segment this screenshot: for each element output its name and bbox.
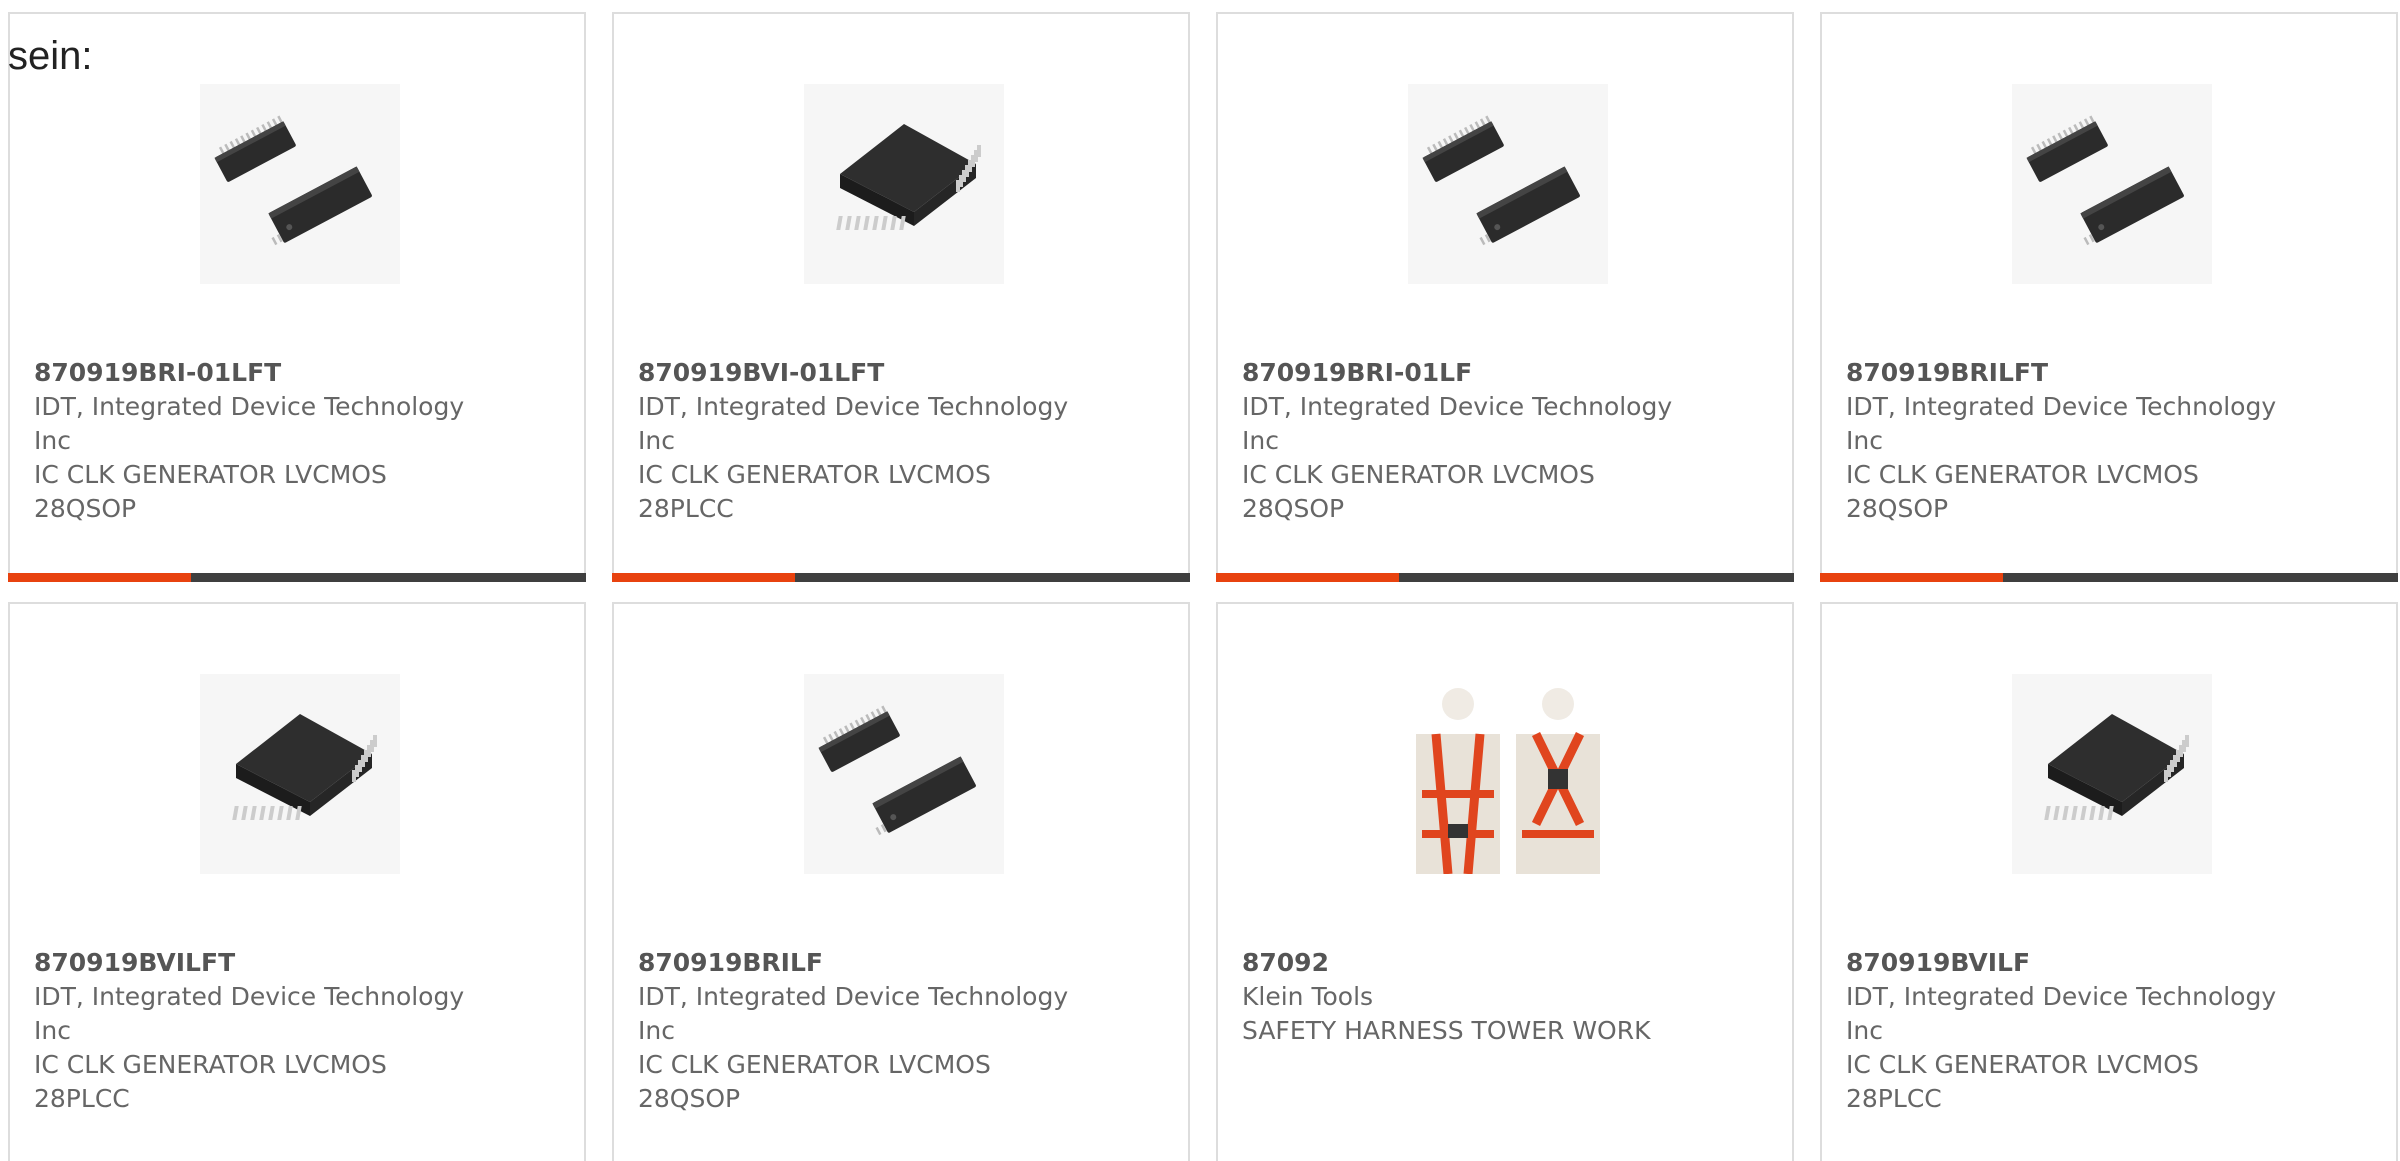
product-description: IC CLK GENERATOR LVCMOS 28PLCC: [638, 460, 991, 523]
qsop-chip-icon: [804, 674, 1004, 874]
product-card[interactable]: 870919BRI-01LF IDT, Integrated Device Te…: [1216, 12, 1794, 582]
product-description: IC CLK GENERATOR LVCMOS 28PLCC: [1846, 1050, 2199, 1113]
card-accent-bar: [1820, 573, 2003, 582]
product-info: 87092 Klein Tools SAFETY HARNESS TOWER W…: [1242, 946, 1682, 1048]
manufacturer: IDT, Integrated Device Technology Inc: [1846, 392, 2277, 455]
safety-harness-icon: [1408, 674, 1608, 874]
plcc-chip-icon: [2012, 674, 2212, 874]
qsop-chip-icon: [2012, 84, 2212, 284]
manufacturer: IDT, Integrated Device Technology Inc: [1242, 392, 1673, 455]
card-accent-bar: [612, 573, 795, 582]
manufacturer: IDT, Integrated Device Technology Inc: [1846, 982, 2277, 1045]
product-description: IC CLK GENERATOR LVCMOS 28QSOP: [1846, 460, 2199, 523]
product-info: 870919BVILF IDT, Integrated Device Techn…: [1846, 946, 2286, 1116]
product-grid: 870919BRI-01LFT IDT, Integrated Device T…: [8, 12, 2400, 1161]
product-card[interactable]: 870919BVI-01LFT IDT, Integrated Device T…: [612, 12, 1190, 582]
product-description: IC CLK GENERATOR LVCMOS 28PLCC: [34, 1050, 387, 1113]
part-number[interactable]: 87092: [1242, 946, 1682, 980]
product-description: IC CLK GENERATOR LVCMOS 28QSOP: [34, 460, 387, 523]
manufacturer: IDT, Integrated Device Technology Inc: [34, 392, 465, 455]
product-info: 870919BRI-01LFT IDT, Integrated Device T…: [34, 356, 474, 526]
product-info: 870919BVILFT IDT, Integrated Device Tech…: [34, 946, 474, 1116]
part-number[interactable]: 870919BVILFT: [34, 946, 474, 980]
part-number[interactable]: 870919BRI-01LFT: [34, 356, 474, 390]
product-card[interactable]: 870919BRILF IDT, Integrated Device Techn…: [612, 602, 1190, 1161]
product-card[interactable]: 870919BRI-01LFT IDT, Integrated Device T…: [8, 12, 586, 582]
qsop-chip-icon: [200, 84, 400, 284]
manufacturer: Klein Tools: [1242, 982, 1374, 1011]
manufacturer: IDT, Integrated Device Technology Inc: [34, 982, 465, 1045]
product-info: 870919BRI-01LF IDT, Integrated Device Te…: [1242, 356, 1682, 526]
part-number[interactable]: 870919BVI-01LFT: [638, 356, 1078, 390]
product-info: 870919BRILFT IDT, Integrated Device Tech…: [1846, 356, 2286, 526]
product-card[interactable]: 87092 Klein Tools SAFETY HARNESS TOWER W…: [1216, 602, 1794, 1161]
product-description: SAFETY HARNESS TOWER WORK: [1242, 1016, 1651, 1045]
product-card[interactable]: 870919BVILF IDT, Integrated Device Techn…: [1820, 602, 2398, 1161]
card-bottom-bar: [1216, 573, 1794, 582]
card-bottom-bar: [8, 573, 586, 582]
part-number[interactable]: 870919BRI-01LF: [1242, 356, 1682, 390]
card-accent-bar: [1216, 573, 1399, 582]
part-number[interactable]: 870919BRILFT: [1846, 356, 2286, 390]
card-bottom-bar: [612, 573, 1190, 582]
part-number[interactable]: 870919BRILF: [638, 946, 1078, 980]
product-description: IC CLK GENERATOR LVCMOS 28QSOP: [638, 1050, 991, 1113]
product-info: 870919BVI-01LFT IDT, Integrated Device T…: [638, 356, 1078, 526]
product-info: 870919BRILF IDT, Integrated Device Techn…: [638, 946, 1078, 1116]
card-bottom-bar: [1820, 573, 2398, 582]
card-accent-bar: [8, 573, 191, 582]
product-description: IC CLK GENERATOR LVCMOS 28QSOP: [1242, 460, 1595, 523]
product-card[interactable]: 870919BVILFT IDT, Integrated Device Tech…: [8, 602, 586, 1161]
manufacturer: IDT, Integrated Device Technology Inc: [638, 982, 1069, 1045]
part-number[interactable]: 870919BVILF: [1846, 946, 2286, 980]
plcc-chip-icon: [804, 84, 1004, 284]
plcc-chip-icon: [200, 674, 400, 874]
manufacturer: IDT, Integrated Device Technology Inc: [638, 392, 1069, 455]
qsop-chip-icon: [1408, 84, 1608, 284]
product-card[interactable]: 870919BRILFT IDT, Integrated Device Tech…: [1820, 12, 2398, 582]
section-heading-fragment: sein:: [8, 34, 93, 78]
